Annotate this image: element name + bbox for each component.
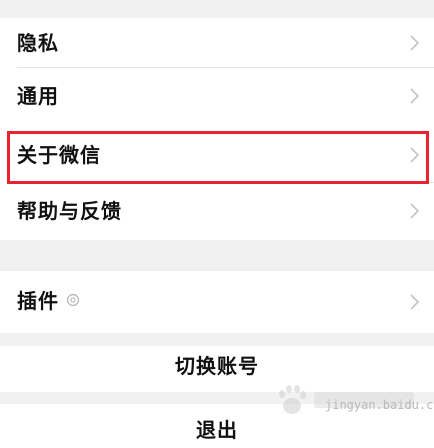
settings-item-label: 通用 xyxy=(17,84,59,108)
settings-item-plugins[interactable]: 插件 xyxy=(0,271,434,333)
switch-account-label: 切换账号 xyxy=(175,354,259,378)
settings-item-general[interactable]: 通用 xyxy=(0,68,434,127)
settings-group-plugins: 插件 xyxy=(0,271,434,333)
chevron-right-icon xyxy=(410,203,420,219)
settings-item-label: 隐私 xyxy=(17,31,59,55)
settings-item-help-feedback[interactable]: 帮助与反馈 xyxy=(0,183,434,240)
settings-page: 隐私 通用 关于微信 帮助与反馈 插件 切换账号 退出 jingyan.baid… xyxy=(0,0,434,448)
settings-item-label: 帮助与反馈 xyxy=(17,199,122,223)
plugin-badge-icon xyxy=(66,293,80,307)
chevron-right-icon xyxy=(410,294,420,310)
settings-item-privacy[interactable]: 隐私 xyxy=(0,18,434,68)
watermark-text: jingyan.baidu.com xyxy=(325,398,434,412)
chevron-right-icon xyxy=(410,35,420,51)
settings-item-label: 插件 xyxy=(17,289,59,313)
settings-item-about-wechat[interactable]: 关于微信 xyxy=(0,127,434,183)
settings-item-label: 关于微信 xyxy=(17,143,101,167)
chevron-right-icon xyxy=(410,88,420,104)
chevron-right-icon xyxy=(410,147,420,163)
settings-group-main: 隐私 通用 关于微信 帮助与反馈 xyxy=(0,18,434,240)
